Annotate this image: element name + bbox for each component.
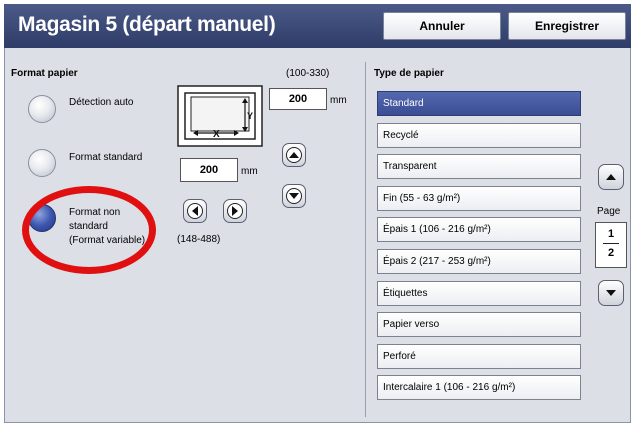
paper-format-title: Format papier bbox=[11, 68, 78, 79]
radio-standard-format[interactable] bbox=[28, 149, 56, 177]
x-decrease-button[interactable] bbox=[183, 199, 207, 223]
page-down-button[interactable] bbox=[598, 280, 624, 306]
x-increase-button[interactable] bbox=[223, 199, 247, 223]
save-button[interactable]: Enregistrer bbox=[508, 12, 626, 40]
paper-type-transparency[interactable]: Transparent bbox=[377, 154, 581, 180]
section-divider bbox=[365, 62, 366, 417]
radio-standard-format-label: Format standard bbox=[69, 152, 143, 163]
paper-type-recycled[interactable]: Recyclé bbox=[377, 122, 581, 148]
page-label: Page bbox=[597, 206, 621, 217]
y-range-label: (100-330) bbox=[286, 68, 330, 79]
y-unit-label: mm bbox=[330, 95, 347, 106]
paper-type-standard[interactable]: Standard bbox=[377, 91, 581, 116]
page-title: Magasin 5 (départ manuel) bbox=[18, 13, 276, 36]
y-value-field[interactable]: 200 bbox=[269, 88, 327, 110]
down-arrow-icon bbox=[606, 290, 616, 296]
paper-type-thin[interactable]: Fin (55 - 63 g/m²) bbox=[377, 185, 581, 211]
x-value-field[interactable]: 200 bbox=[180, 158, 238, 182]
y-increase-button[interactable] bbox=[282, 143, 306, 167]
paper-type-list: Standard Recyclé Transparent Fin (55 - 6… bbox=[377, 91, 581, 407]
paper-size-diagram-icon: X Y bbox=[177, 85, 263, 147]
left-arrow-icon bbox=[192, 206, 198, 216]
paper-type-side-2[interactable]: Papier verso bbox=[377, 312, 581, 338]
right-arrow-icon bbox=[232, 206, 238, 216]
page-up-button[interactable] bbox=[598, 164, 624, 190]
paper-type-tab-1[interactable]: Intercalaire 1 (106 - 216 g/m²) bbox=[377, 375, 581, 401]
down-arrow-icon bbox=[289, 193, 299, 199]
page-fraction-line bbox=[603, 243, 619, 244]
paper-type-labels[interactable]: Étiquettes bbox=[377, 280, 581, 306]
x-unit-label: mm bbox=[241, 166, 258, 177]
radio-auto-detect[interactable] bbox=[28, 95, 56, 123]
up-arrow-icon bbox=[606, 174, 616, 180]
y-decrease-button[interactable] bbox=[282, 184, 306, 208]
page-total: 2 bbox=[607, 247, 615, 259]
highlight-circle bbox=[22, 186, 156, 274]
paper-type-heavy-1[interactable]: Épais 1 (106 - 216 g/m²) bbox=[377, 217, 581, 243]
radio-auto-detect-label: Détection auto bbox=[69, 97, 134, 108]
up-arrow-icon bbox=[289, 152, 299, 158]
x-range-label: (148-488) bbox=[177, 234, 221, 245]
page-current: 1 bbox=[607, 228, 615, 240]
page-indicator: 1 2 bbox=[595, 222, 627, 268]
cancel-button[interactable]: Annuler bbox=[383, 12, 501, 40]
paper-type-title: Type de papier bbox=[374, 68, 444, 79]
paper-type-punched[interactable]: Perforé bbox=[377, 343, 581, 369]
paper-type-heavy-2[interactable]: Épais 2 (217 - 253 g/m²) bbox=[377, 248, 581, 274]
diagram-y-label: Y bbox=[247, 111, 253, 121]
diagram-x-label: X bbox=[213, 129, 220, 140]
